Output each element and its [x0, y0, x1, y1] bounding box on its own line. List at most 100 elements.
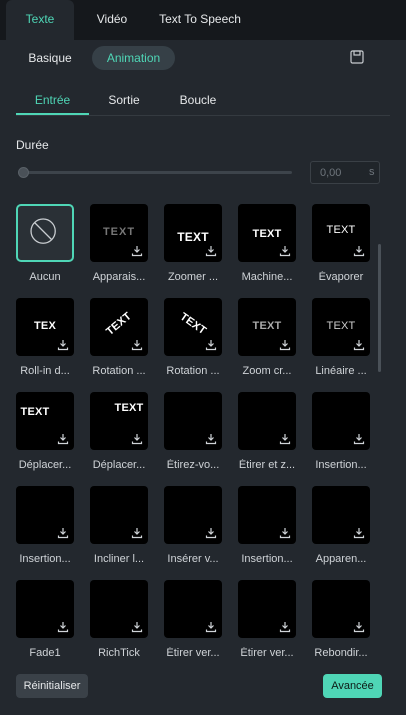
download-icon[interactable]	[131, 245, 143, 257]
segment-animation[interactable]: Animation	[92, 46, 175, 70]
preset-thumbnail[interactable]	[312, 580, 370, 638]
download-icon[interactable]	[57, 433, 69, 445]
download-icon[interactable]	[353, 433, 365, 445]
preset-item[interactable]: TEXT Linéaire ...	[312, 298, 370, 386]
preset-thumbnail[interactable]: TEXT	[164, 204, 222, 262]
preset-label: Étirez-vo...	[166, 459, 220, 471]
preset-thumbnail[interactable]: TEX	[16, 298, 74, 356]
preset-item[interactable]: Aucun	[16, 204, 74, 292]
preset-item[interactable]: TEXT Évaporer	[312, 204, 370, 292]
preset-thumbnail[interactable]	[238, 392, 296, 450]
download-icon[interactable]	[205, 527, 217, 539]
tab-boucle[interactable]: Boucle	[168, 86, 228, 115]
preset-thumbnail[interactable]	[16, 580, 74, 638]
preset-label: Insertion...	[19, 553, 71, 565]
duration-slider-thumb[interactable]	[18, 167, 29, 178]
preset-thumbnail[interactable]	[312, 486, 370, 544]
download-icon[interactable]	[205, 433, 217, 445]
download-icon[interactable]	[131, 339, 143, 351]
preset-item[interactable]: Étirez-vo...	[164, 392, 222, 480]
download-icon[interactable]	[353, 527, 365, 539]
download-icon[interactable]	[57, 339, 69, 351]
preset-thumbnail[interactable]	[164, 580, 222, 638]
advanced-button[interactable]: Avancée	[323, 674, 382, 698]
preset-label: Insertion...	[241, 553, 293, 565]
download-icon[interactable]	[205, 245, 217, 257]
preset-thumbnail[interactable]: TEXT	[90, 392, 148, 450]
preset-thumbnail[interactable]: TEXT	[238, 298, 296, 356]
preset-thumbnail[interactable]	[16, 204, 74, 262]
download-icon[interactable]	[353, 245, 365, 257]
preset-item[interactable]: Incliner l...	[90, 486, 148, 574]
preset-thumbnail[interactable]	[90, 486, 148, 544]
preset-thumbnail[interactable]: TEXT	[312, 204, 370, 262]
preset-label: Déplacer...	[18, 459, 72, 471]
download-icon[interactable]	[131, 433, 143, 445]
grid-scrollbar[interactable]	[378, 244, 381, 372]
tab-texte[interactable]: Texte	[6, 0, 74, 40]
duration-unit: s	[369, 166, 375, 178]
save-icon[interactable]	[350, 50, 364, 64]
preset-item[interactable]: TEXT Déplacer...	[16, 392, 74, 480]
preset-item[interactable]: Étirer ver...	[238, 580, 296, 668]
download-icon[interactable]	[131, 527, 143, 539]
preset-thumbnail[interactable]	[90, 580, 148, 638]
preset-item[interactable]: RichTick	[90, 580, 148, 668]
preset-thumbnail[interactable]: TEXT	[16, 392, 74, 450]
none-icon	[30, 218, 56, 244]
preset-item[interactable]: TEXT Déplacer...	[90, 392, 148, 480]
preset-label: Rebondir...	[314, 647, 368, 659]
preset-item[interactable]: TEXT Zoom cr...	[238, 298, 296, 386]
segment-basique[interactable]: Basique	[18, 46, 82, 70]
preset-thumbnail[interactable]: TEXT	[90, 298, 148, 356]
download-icon[interactable]	[279, 339, 291, 351]
preset-thumbnail[interactable]	[164, 392, 222, 450]
preset-thumbnail[interactable]	[312, 392, 370, 450]
preset-item[interactable]: Fade1	[16, 580, 74, 668]
preset-item[interactable]: Étirer et z...	[238, 392, 296, 480]
download-icon[interactable]	[279, 621, 291, 633]
download-icon[interactable]	[279, 433, 291, 445]
preset-preview-text: TEXT	[114, 402, 144, 414]
preset-thumbnail[interactable]	[164, 486, 222, 544]
preset-thumbnail[interactable]	[238, 486, 296, 544]
preset-label: Fade1	[29, 647, 61, 659]
download-icon[interactable]	[205, 339, 217, 351]
download-icon[interactable]	[131, 621, 143, 633]
preset-label: Apparen...	[315, 553, 367, 565]
download-icon[interactable]	[279, 245, 291, 257]
download-icon[interactable]	[353, 621, 365, 633]
preset-item[interactable]: TEXT Machine...	[238, 204, 296, 292]
preset-label: Zoomer ...	[167, 271, 219, 283]
tab-sortie[interactable]: Sortie	[99, 86, 149, 115]
duration-slider-track[interactable]	[22, 171, 292, 174]
preset-item[interactable]: Insérer v...	[164, 486, 222, 574]
preset-item[interactable]: Insertion...	[238, 486, 296, 574]
preset-item[interactable]: Rebondir...	[312, 580, 370, 668]
preset-thumbnail[interactable]	[16, 486, 74, 544]
tab-text-to-speech[interactable]: Text To Speech	[150, 0, 250, 40]
download-icon[interactable]	[205, 621, 217, 633]
preset-item[interactable]: TEXT Rotation ...	[164, 298, 222, 386]
preset-thumbnail[interactable]: TEXT	[238, 204, 296, 262]
preset-item[interactable]: TEXT Apparais...	[90, 204, 148, 292]
download-icon[interactable]	[57, 527, 69, 539]
download-icon[interactable]	[353, 339, 365, 351]
download-icon[interactable]	[279, 527, 291, 539]
preset-thumbnail[interactable]	[238, 580, 296, 638]
preset-thumbnail[interactable]: TEXT	[164, 298, 222, 356]
preset-item[interactable]: TEXT Rotation ...	[90, 298, 148, 386]
reset-button[interactable]: Réinitialiser	[16, 674, 88, 698]
preset-item[interactable]: TEX Roll-in d...	[16, 298, 74, 386]
tab-entree[interactable]: Entrée	[16, 86, 89, 115]
preset-thumbnail[interactable]: TEXT	[90, 204, 148, 262]
preset-item[interactable]: Étirer ver...	[164, 580, 222, 668]
download-icon[interactable]	[57, 621, 69, 633]
properties-panel: Basique Animation Entrée Sortie Boucle D…	[0, 40, 406, 715]
preset-item[interactable]: Apparen...	[312, 486, 370, 574]
preset-item[interactable]: Insertion...	[312, 392, 370, 480]
preset-thumbnail[interactable]: TEXT	[312, 298, 370, 356]
tab-video[interactable]: Vidéo	[82, 0, 142, 40]
preset-item[interactable]: TEXT Zoomer ...	[164, 204, 222, 292]
preset-item[interactable]: Insertion...	[16, 486, 74, 574]
